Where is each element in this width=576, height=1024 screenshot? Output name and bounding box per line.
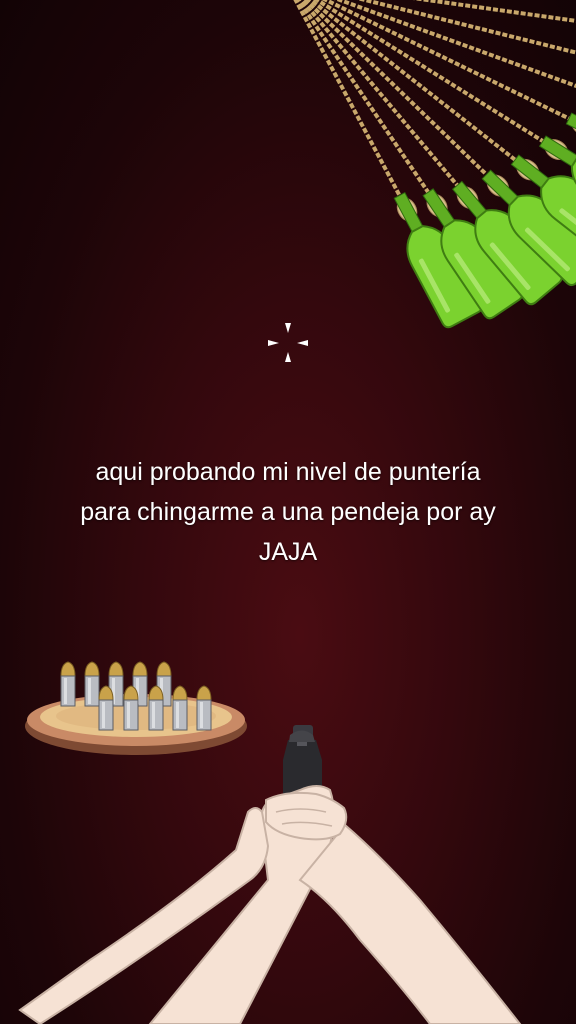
gripping-hand	[265, 791, 348, 841]
support-arm	[298, 823, 522, 1024]
player-hands-pistol[interactable]	[0, 0, 576, 1024]
game-scene[interactable]: aqui probando mi nivel de puntería para …	[0, 0, 576, 1024]
